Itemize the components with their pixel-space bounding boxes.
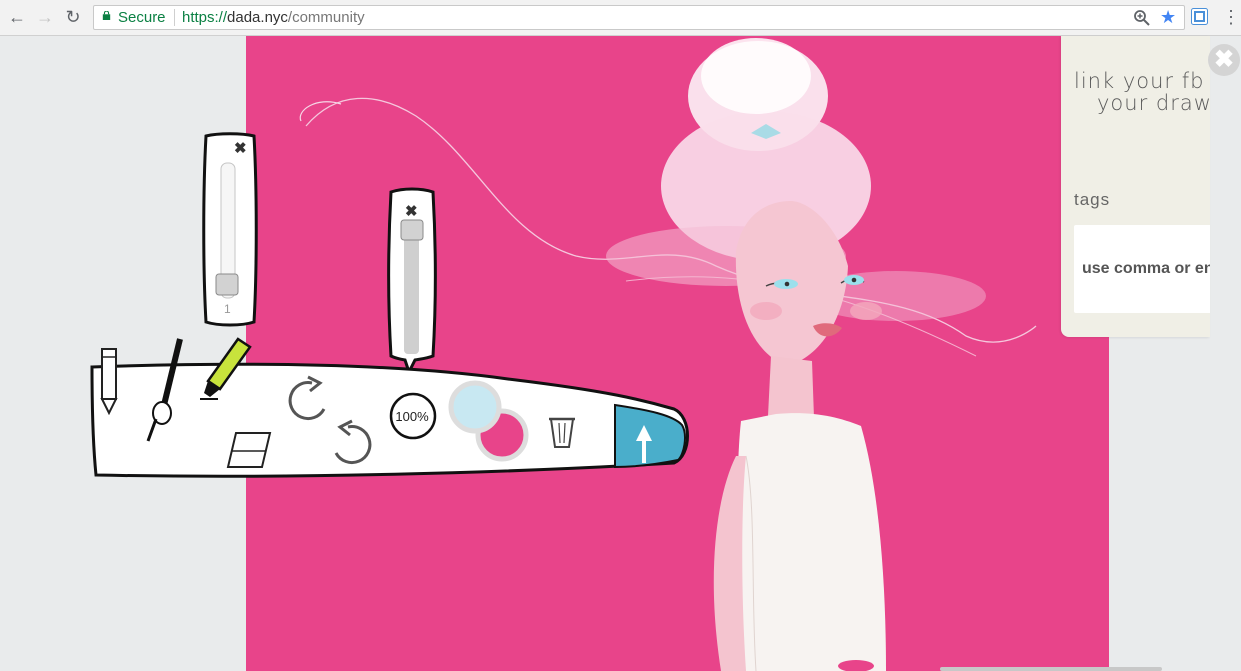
brush-size-slider-thumb[interactable] xyxy=(215,273,239,296)
star-icon[interactable]: ★ xyxy=(1160,7,1176,28)
url-text[interactable]: https://dada.nyc/community xyxy=(182,9,365,26)
opacity-slider-thumb[interactable] xyxy=(400,219,424,241)
close-panel-button[interactable]: ✖ xyxy=(1208,44,1240,76)
girl-drawing xyxy=(299,38,1037,671)
close-icon[interactable]: ✖ xyxy=(405,202,418,220)
back-arrow-icon[interactable]: ← xyxy=(6,6,28,28)
link-fb-line2: your drawin xyxy=(1097,91,1210,115)
url-scheme: https:// xyxy=(182,9,228,26)
menu-dots-icon[interactable]: ⋮ xyxy=(1222,7,1240,27)
redo-icon[interactable] xyxy=(282,375,334,421)
secure-label: Secure xyxy=(118,9,166,26)
link-fb-line1: link your fb a xyxy=(1074,69,1210,93)
drawing-toolbar: 100% xyxy=(88,337,692,485)
close-icon: ✖ xyxy=(1213,46,1235,73)
pencil-icon[interactable] xyxy=(96,345,124,415)
link-fb-text[interactable]: link your fb a your drawin xyxy=(1074,70,1210,114)
brush-size-value: 1 xyxy=(224,302,231,316)
trash-icon[interactable] xyxy=(548,413,576,451)
url-path: /community xyxy=(287,9,365,26)
zoom-icon[interactable] xyxy=(1133,9,1151,27)
zoom-level-label: 100% xyxy=(395,409,429,424)
divider xyxy=(174,9,175,26)
tags-input[interactable] xyxy=(1074,225,1210,313)
tags-label: tags xyxy=(1074,190,1111,209)
upload-icon[interactable] xyxy=(632,423,656,465)
lock-icon xyxy=(102,11,111,20)
url-host: dada.nyc xyxy=(227,9,288,26)
forward-arrow-icon[interactable]: → xyxy=(34,6,56,28)
browser-toolbar: ← → ↻ Secure https://dada.nyc/community … xyxy=(0,0,1241,36)
brush-size-popup xyxy=(202,132,258,327)
extension-icon[interactable] xyxy=(1191,8,1208,25)
horizontal-scrollbar[interactable] xyxy=(940,667,1162,671)
brush-icon[interactable] xyxy=(144,335,184,445)
address-bar[interactable]: Secure https://dada.nyc/community ★ xyxy=(93,5,1185,30)
undo-icon[interactable] xyxy=(326,419,378,465)
color-swatch-light-blue[interactable] xyxy=(448,380,502,434)
reload-icon[interactable]: ↻ xyxy=(62,6,84,28)
share-panel: link your fb a your drawin tags xyxy=(1061,36,1210,337)
color-swatches xyxy=(448,380,529,462)
marker-icon[interactable] xyxy=(198,337,254,401)
drawing-canvas[interactable] xyxy=(246,36,1109,671)
eraser-icon[interactable] xyxy=(222,429,278,471)
close-icon[interactable]: ✖ xyxy=(234,139,247,157)
